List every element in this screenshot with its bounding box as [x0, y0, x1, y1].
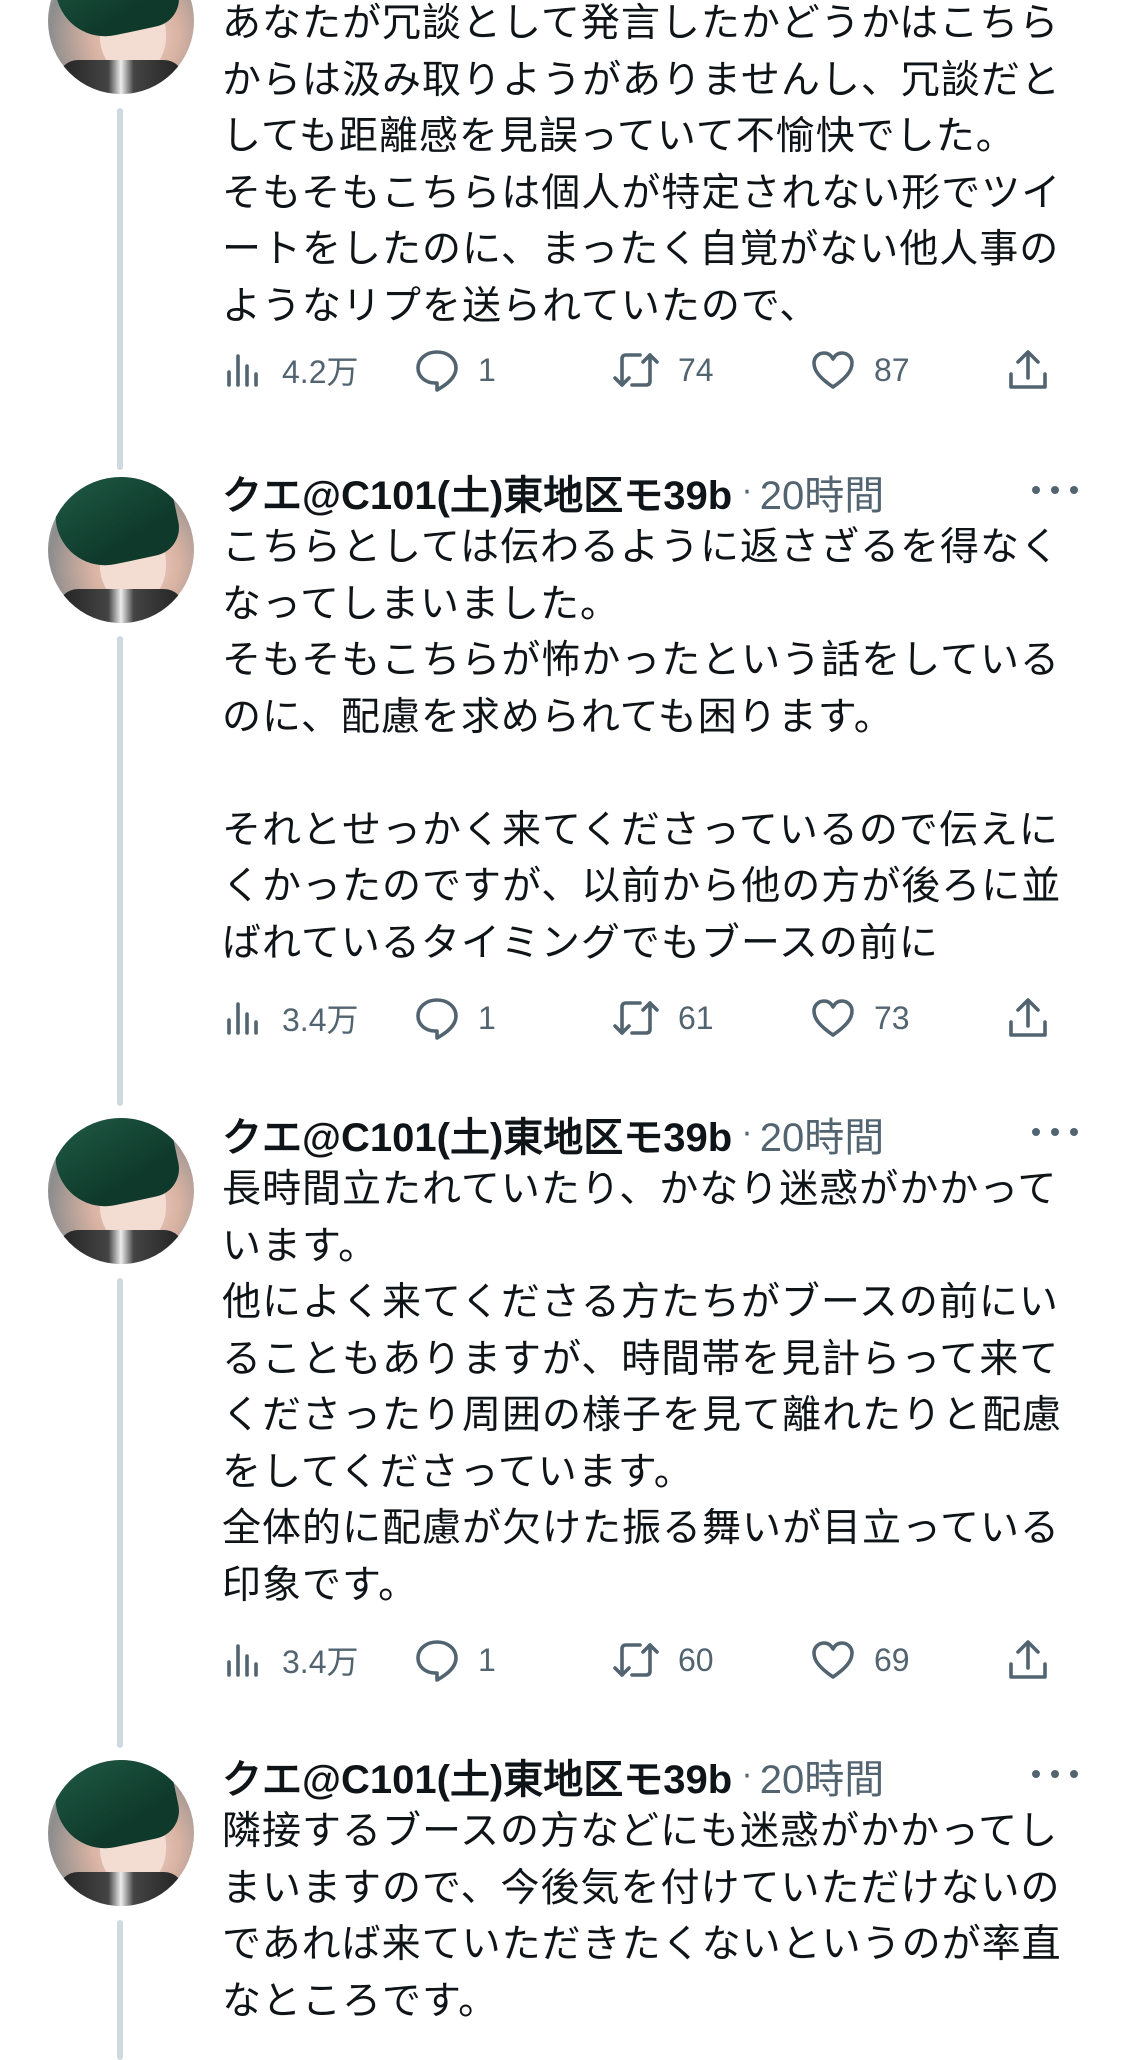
share-upload-icon — [1006, 1638, 1050, 1682]
speech-bubble-icon — [414, 1637, 460, 1683]
tweet-header: クエ@C101(土)東地区モ39b · 20時間 — [222, 464, 1102, 520]
retweet-arrows-icon — [612, 997, 660, 1039]
speech-bubble-icon — [414, 995, 460, 1041]
separator-dot: · — [742, 1116, 752, 1152]
tweet-header: クエ@C101(土)東地区モ39b · 20時間 — [222, 1748, 1102, 1804]
reply-count: 1 — [478, 1641, 496, 1678]
separator-dot: · — [742, 1758, 752, 1794]
tweet[interactable]: クエ@C101(土)東地区モ39b · 20時間 こちらとしては伝わるように返さ… — [222, 464, 1102, 1040]
bar-chart-icon — [224, 350, 264, 390]
reply-count: 1 — [478, 351, 496, 388]
reply-button[interactable]: 1 — [414, 990, 496, 1046]
retweet-count: 74 — [678, 351, 714, 388]
tweet-actions: 3.4万 1 60 69 — [222, 1632, 1062, 1688]
retweet-button[interactable]: 74 — [612, 342, 714, 398]
tweet[interactable]: クエ@C101(土)東地区モ39b · 20時間 隣接するブースの方などにも迷惑… — [222, 1748, 1102, 2030]
timestamp[interactable]: 20時間 — [760, 1747, 885, 1805]
display-name[interactable]: クエ@C101(土)東地区モ39b — [222, 1105, 732, 1163]
heart-icon — [810, 349, 856, 391]
display-name[interactable]: クエ@C101(土)東地区モ39b — [222, 463, 732, 521]
like-count: 69 — [874, 1641, 910, 1678]
like-button[interactable]: 69 — [810, 1632, 910, 1688]
tweet[interactable]: あなたが冗談として発言したかどうかはこちら からは汲み取りようがありませんし、冗… — [222, 0, 1102, 392]
views-button[interactable]: 3.4万 — [224, 1632, 359, 1688]
avatar[interactable] — [48, 0, 194, 94]
share-upload-icon — [1006, 348, 1050, 392]
heart-icon — [810, 997, 856, 1039]
tweet-text: 長時間立たれていたり、かなり迷惑がかかって います。 他によく来てくださる方たち… — [222, 1167, 1063, 1608]
views-count: 4.2万 — [282, 354, 359, 390]
share-button[interactable] — [1006, 990, 1050, 1046]
retweet-button[interactable]: 61 — [612, 990, 714, 1046]
tweet-text: 隣接するブースの方などにも迷惑がかかってし まいますので、今後気を付けていただけ… — [222, 1809, 1062, 2024]
views-count: 3.4万 — [282, 1644, 359, 1680]
reply-button[interactable]: 1 — [414, 342, 496, 398]
tweet-text: こちらとしては伝わるように返さざるを得なく なってしまいました。 そもそもこちら… — [222, 525, 1062, 966]
separator-dot: · — [742, 474, 752, 510]
thread-line — [117, 108, 123, 470]
bar-chart-icon — [224, 998, 264, 1038]
thread-line — [117, 1278, 123, 1748]
speech-bubble-icon — [414, 347, 460, 393]
tweet-header: クエ@C101(土)東地区モ39b · 20時間 — [222, 1106, 1102, 1162]
retweet-button[interactable]: 60 — [612, 1632, 714, 1688]
views-button[interactable]: 4.2万 — [224, 342, 359, 398]
avatar[interactable] — [48, 1118, 194, 1264]
reply-count: 1 — [478, 999, 496, 1036]
retweet-arrows-icon — [612, 1639, 660, 1681]
tweet[interactable]: クエ@C101(土)東地区モ39b · 20時間 長時間立たれていたり、かなり迷… — [222, 1106, 1102, 1682]
timestamp[interactable]: 20時間 — [760, 1105, 885, 1163]
share-upload-icon — [1006, 996, 1050, 1040]
more-dots-icon[interactable] — [1032, 470, 1078, 510]
tweet-actions: 3.4万 1 61 73 — [222, 990, 1062, 1046]
views-button[interactable]: 3.4万 — [224, 990, 359, 1046]
like-button[interactable]: 87 — [810, 342, 910, 398]
like-count: 73 — [874, 999, 910, 1036]
more-dots-icon[interactable] — [1032, 1754, 1078, 1794]
more-dots-icon[interactable] — [1032, 1112, 1078, 1152]
retweet-count: 61 — [678, 999, 714, 1036]
timestamp[interactable]: 20時間 — [760, 463, 885, 521]
tweet-text: あなたが冗談として発言したかどうかはこちら からは汲み取りようがありませんし、冗… — [222, 1, 1062, 329]
thread-line — [117, 636, 123, 1106]
bar-chart-icon — [224, 1640, 264, 1680]
display-name[interactable]: クエ@C101(土)東地区モ39b — [222, 1747, 732, 1805]
avatar[interactable] — [48, 1760, 194, 1906]
thread-line — [117, 1920, 123, 2060]
retweet-arrows-icon — [612, 349, 660, 391]
reply-button[interactable]: 1 — [414, 1632, 496, 1688]
views-count: 3.4万 — [282, 1002, 359, 1038]
like-count: 87 — [874, 351, 910, 388]
heart-icon — [810, 1639, 856, 1681]
retweet-count: 60 — [678, 1641, 714, 1678]
share-button[interactable] — [1006, 342, 1050, 398]
like-button[interactable]: 73 — [810, 990, 910, 1046]
avatar[interactable] — [48, 477, 194, 623]
tweet-actions: 4.2万 1 74 87 — [222, 342, 1062, 398]
share-button[interactable] — [1006, 1632, 1050, 1688]
